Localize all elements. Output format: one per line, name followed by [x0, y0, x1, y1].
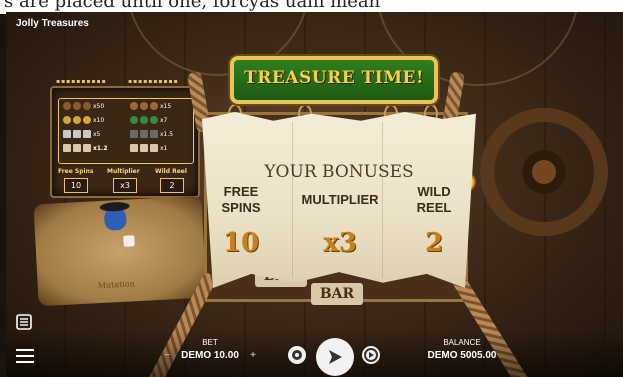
bottom-bar	[6, 330, 623, 377]
steering-wheel-icon	[480, 108, 608, 236]
bet-increase-button[interactable]: +	[246, 350, 260, 361]
multiplier-label: MULTIPLIER	[301, 192, 379, 207]
feature-label: Wild Reel	[155, 168, 187, 175]
wild-reel-value: 2	[424, 228, 444, 258]
spin-button[interactable]	[316, 338, 354, 376]
bonus-heading: YOUR BONUSES	[264, 162, 414, 182]
dice-icon	[123, 235, 135, 247]
chest-icon	[130, 102, 138, 110]
paytable-dots: ▪▪▪▪▪▪▪▪▪▪	[56, 78, 107, 85]
bonus-sail: YOUR BONUSES FREE SPINS MULTIPLIER WILD …	[202, 112, 476, 288]
map-label: Mutation	[97, 279, 136, 291]
spin-icon	[329, 350, 342, 364]
paytable-row: x5 x1.5	[59, 127, 193, 141]
feature-value: x3	[113, 178, 137, 193]
balance-value: DEMO 5005.00	[427, 350, 497, 361]
paytable-row: x50 x15	[59, 99, 193, 113]
paytable-row: x1.2 x1	[59, 141, 193, 155]
paytable-grid: x50 x15 x10 x7 x5 x1.5 x1.2 x1	[58, 98, 194, 164]
free-spins-label: FREE SPINS	[221, 184, 261, 215]
bottle-icon	[130, 116, 138, 124]
feature-value: 2	[160, 178, 184, 193]
treasure-map: Mutation	[33, 195, 207, 307]
feature-value: 10	[64, 178, 88, 193]
balance-label: BALANCE	[443, 338, 481, 347]
wild-reel-label: WILD REEL	[416, 184, 452, 215]
treasure-time-banner: TREASURE TIME!	[230, 56, 438, 104]
paytable-panel: ▪▪▪▪▪▪▪▪▪▪ ▪▪▪▪▪▪▪▪▪▪ x50 x15 x10 x7 x5 …	[50, 78, 200, 198]
paytable-dots: ▪▪▪▪▪▪▪▪▪▪	[128, 78, 179, 85]
game-scene: Jolly Treasures ▪▪▪▪▪▪▪▪▪▪ ▪▪▪▪▪▪▪▪▪▪ x5…	[6, 12, 623, 377]
coin-icon	[63, 116, 71, 124]
barrel-icon	[63, 102, 71, 110]
grid-symbol-icon	[130, 130, 138, 138]
bet-label: BET	[202, 338, 218, 347]
banner-title: TREASURE TIME!	[244, 68, 424, 88]
pirate-hat	[99, 201, 130, 212]
bar-symbol-icon	[130, 144, 138, 152]
menu-icon[interactable]	[16, 348, 34, 367]
multiplier-value: x3	[323, 228, 357, 258]
game-title: Jolly Treasures	[16, 18, 89, 29]
paytable-icon[interactable]	[16, 314, 32, 334]
autoplay-icon[interactable]	[288, 346, 306, 364]
bet-decrease-button[interactable]: −	[160, 350, 174, 361]
paytable-row: x10 x7	[59, 113, 193, 127]
feature-label: Free Spins	[58, 168, 94, 175]
free-spins-value: 10	[222, 228, 260, 258]
bar-symbol-icon	[63, 144, 71, 152]
bet-value: DEMO 10.00	[181, 350, 239, 361]
turbo-icon[interactable]	[362, 346, 380, 364]
reel-symbol: BAR	[311, 283, 363, 305]
feature-label: Multiplier	[107, 168, 140, 175]
swords-icon	[63, 130, 71, 138]
